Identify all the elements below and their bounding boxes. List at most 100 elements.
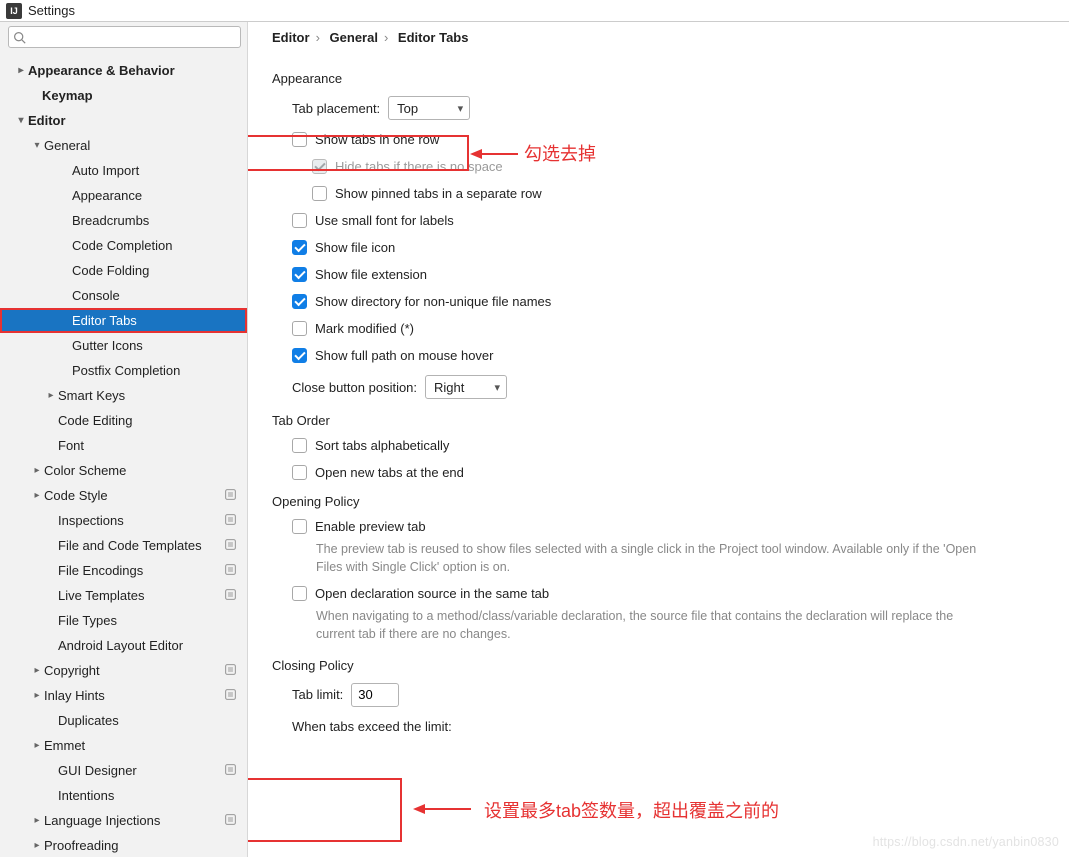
show-file-icon-checkbox[interactable] [292, 240, 307, 255]
sidebar-item-code-folding[interactable]: Code Folding [0, 258, 247, 283]
use-small-font-checkbox[interactable] [292, 213, 307, 228]
show-full-path-label: Show full path on mouse hover [315, 348, 494, 363]
row-show-one-row[interactable]: Show tabs in one row [272, 132, 1049, 147]
sidebar-item-gui-designer[interactable]: GUI Designer [0, 758, 247, 783]
row-show-file-icon[interactable]: Show file icon [272, 240, 1049, 255]
enable-preview-checkbox[interactable] [292, 519, 307, 534]
sidebar-item-emmet[interactable]: ▸Emmet [0, 733, 247, 758]
sidebar-item-label: Postfix Completion [72, 363, 180, 378]
sidebar-item-label: Live Templates [58, 588, 144, 603]
sidebar-item-console[interactable]: Console [0, 283, 247, 308]
section-closing-policy: Closing Policy [272, 658, 1049, 673]
sidebar-item-language-injections[interactable]: ▸Language Injections [0, 808, 247, 833]
section-opening-policy: Opening Policy [272, 494, 1049, 509]
section-appearance: Appearance [272, 71, 1049, 86]
sidebar-item-inspections[interactable]: Inspections [0, 508, 247, 533]
close-button-position-select[interactable]: Right [425, 375, 507, 399]
show-file-ext-checkbox[interactable] [292, 267, 307, 282]
sidebar-item-editor-tabs[interactable]: Editor Tabs [0, 308, 247, 333]
sidebar-item-label: Appearance [72, 188, 142, 203]
mark-modified-label: Mark modified (*) [315, 321, 414, 336]
row-mark-modified[interactable]: Mark modified (*) [272, 321, 1049, 336]
settings-scope-icon [224, 688, 237, 704]
annotation-arrow-2 [413, 802, 471, 819]
sidebar-item-duplicates[interactable]: Duplicates [0, 708, 247, 733]
show-one-row-checkbox[interactable] [292, 132, 307, 147]
sidebar-item-label: Duplicates [58, 713, 119, 728]
sidebar-item-proofreading[interactable]: ▸Proofreading [0, 833, 247, 857]
open-new-end-checkbox[interactable] [292, 465, 307, 480]
sidebar-item-postfix-completion[interactable]: Postfix Completion [0, 358, 247, 383]
sidebar-item-label: File Encodings [58, 563, 143, 578]
sidebar-item-label: Keymap [42, 88, 93, 103]
sidebar-item-code-completion[interactable]: Code Completion [0, 233, 247, 258]
sidebar-item-smart-keys[interactable]: ▸Smart Keys [0, 383, 247, 408]
row-enable-preview[interactable]: Enable preview tab [272, 519, 1049, 534]
sidebar-item-android-layout-editor[interactable]: Android Layout Editor [0, 633, 247, 658]
settings-scope-icon [224, 563, 237, 579]
sidebar-item-label: Editor Tabs [72, 313, 137, 328]
sidebar-item-gutter-icons[interactable]: Gutter Icons [0, 333, 247, 358]
sidebar-item-general[interactable]: ▾General [0, 133, 247, 158]
sidebar-item-copyright[interactable]: ▸Copyright [0, 658, 247, 683]
when-exceed-label: When tabs exceed the limit: [292, 719, 452, 734]
sidebar-item-live-templates[interactable]: Live Templates [0, 583, 247, 608]
tab-limit-input[interactable] [351, 683, 399, 707]
row-open-new-end[interactable]: Open new tabs at the end [272, 465, 1049, 480]
show-dir-nonunique-checkbox[interactable] [292, 294, 307, 309]
sidebar-item-auto-import[interactable]: Auto Import [0, 158, 247, 183]
row-show-pinned-sep[interactable]: Show pinned tabs in a separate row [272, 186, 1049, 201]
sidebar-item-label: Font [58, 438, 84, 453]
sidebar-item-file-types[interactable]: File Types [0, 608, 247, 633]
sidebar-item-appearance[interactable]: Appearance [0, 183, 247, 208]
sidebar-item-label: Inspections [58, 513, 124, 528]
sidebar-item-code-style[interactable]: ▸Code Style [0, 483, 247, 508]
sidebar-item-label: Smart Keys [58, 388, 125, 403]
chevron-right-icon: ▸ [30, 490, 44, 501]
open-decl-same-checkbox[interactable] [292, 586, 307, 601]
sidebar-item-label: File and Code Templates [58, 538, 202, 553]
row-show-dir-nonunique[interactable]: Show directory for non-unique file names [272, 294, 1049, 309]
sidebar-item-code-editing[interactable]: Code Editing [0, 408, 247, 433]
chevron-right-icon: ▸ [14, 65, 28, 76]
sidebar-item-label: Breadcrumbs [72, 213, 149, 228]
search-box[interactable] [8, 26, 241, 48]
sidebar-item-keymap[interactable]: Keymap [0, 83, 247, 108]
annotation-arrow-1 [470, 147, 518, 164]
sort-alpha-label: Sort tabs alphabetically [315, 438, 449, 453]
row-show-file-ext[interactable]: Show file extension [272, 267, 1049, 282]
sidebar-item-label: General [44, 138, 90, 153]
show-full-path-checkbox[interactable] [292, 348, 307, 363]
row-sort-alpha[interactable]: Sort tabs alphabetically [272, 438, 1049, 453]
show-file-icon-label: Show file icon [315, 240, 395, 255]
search-input[interactable] [28, 30, 236, 44]
row-show-full-path[interactable]: Show full path on mouse hover [272, 348, 1049, 363]
search-icon [13, 31, 26, 44]
mark-modified-checkbox[interactable] [292, 321, 307, 336]
settings-scope-icon [224, 663, 237, 679]
sidebar-item-editor[interactable]: ▾Editor [0, 108, 247, 133]
sidebar-item-file-encodings[interactable]: File Encodings [0, 558, 247, 583]
watermark: https://blog.csdn.net/yanbin0830 [873, 835, 1059, 849]
row-use-small-font[interactable]: Use small font for labels [272, 213, 1049, 228]
sidebar-item-font[interactable]: Font [0, 433, 247, 458]
sidebar-item-appearance-behavior[interactable]: ▸Appearance & Behavior [0, 58, 247, 83]
tab-placement-select[interactable]: Top [388, 96, 470, 120]
sidebar-item-label: Appearance & Behavior [28, 63, 175, 78]
sort-alpha-checkbox[interactable] [292, 438, 307, 453]
tab-placement-label: Tab placement: [292, 101, 380, 116]
show-pinned-sep-checkbox[interactable] [312, 186, 327, 201]
sidebar-item-color-scheme[interactable]: ▸Color Scheme [0, 458, 247, 483]
sidebar-item-file-and-code-templates[interactable]: File and Code Templates [0, 533, 247, 558]
sidebar-item-label: Inlay Hints [44, 688, 105, 703]
window-title: Settings [28, 3, 75, 18]
sidebar-item-label: Emmet [44, 738, 85, 753]
sidebar: ▸Appearance & BehaviorKeymap▾Editor▾Gene… [0, 22, 248, 857]
sidebar-item-inlay-hints[interactable]: ▸Inlay Hints [0, 683, 247, 708]
sidebar-item-intentions[interactable]: Intentions [0, 783, 247, 808]
show-file-ext-label: Show file extension [315, 267, 427, 282]
annotation-text-1: 勾选去掉 [524, 140, 596, 166]
row-open-decl-same[interactable]: Open declaration source in the same tab [272, 586, 1049, 601]
sidebar-item-label: Copyright [44, 663, 100, 678]
sidebar-item-breadcrumbs[interactable]: Breadcrumbs [0, 208, 247, 233]
